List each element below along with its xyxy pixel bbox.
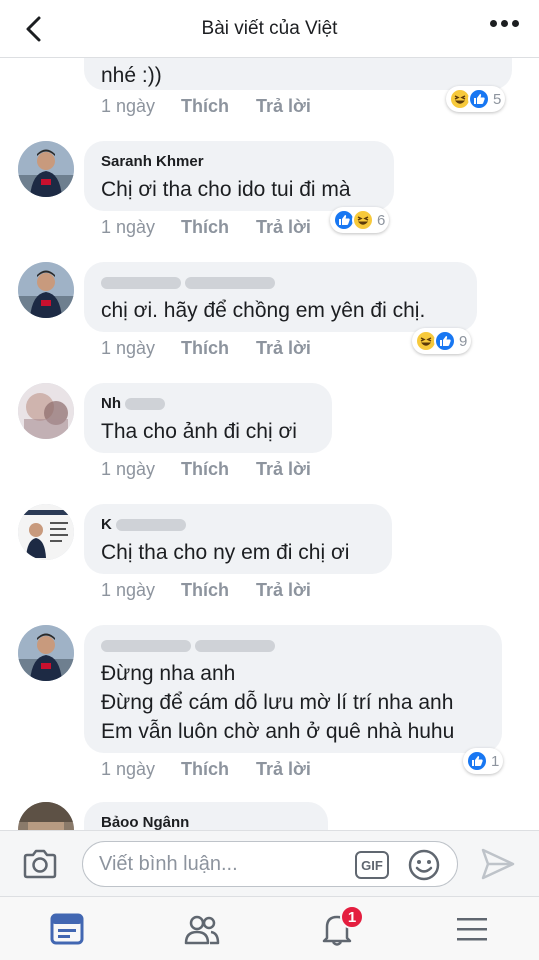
comment-author[interactable]: Saranh Khmer [101, 153, 378, 171]
reply-link[interactable]: Trả lời [256, 96, 331, 117]
reaction-count: 1 [491, 752, 500, 770]
back-arrow-icon[interactable] [22, 14, 46, 44]
menu-icon[interactable] [454, 911, 490, 947]
comment-actions: 1 ngày Thích Trả lời [101, 459, 331, 480]
comment-bubble[interactable]: Saranh Khmer Chị ơi tha cho ido tui đi m… [84, 141, 394, 211]
like-link[interactable]: Thích [181, 459, 256, 480]
reaction-count: 6 [377, 211, 386, 229]
comment-text: Chị tha cho ny em đi chị ơi [101, 541, 350, 564]
comment-text: nhé :)) [101, 64, 162, 87]
news-feed-icon[interactable] [49, 911, 85, 947]
avatar[interactable] [18, 383, 74, 439]
comment-actions: 1 ngày Thích Trả lời [101, 96, 331, 117]
avatar[interactable] [18, 141, 74, 197]
reaction-count: 9 [459, 332, 468, 350]
avatar[interactable] [18, 625, 74, 681]
reply-link[interactable]: Trả lời [256, 759, 331, 780]
gif-icon[interactable]: GIF [355, 851, 389, 879]
comment-bubble[interactable]: Nh Tha cho ảnh đi chị ơi [84, 383, 332, 453]
like-icon [466, 750, 488, 772]
like-link[interactable]: Thích [181, 217, 256, 238]
reaction-summary[interactable]: 1 [463, 748, 504, 774]
notification-badge: 1 [340, 905, 364, 929]
smiley-icon[interactable] [407, 848, 441, 882]
comment-author [101, 274, 461, 292]
bottom-nav: 1 [0, 896, 539, 960]
comment-time: 1 ngày [101, 217, 156, 237]
comment-author[interactable]: Nh [101, 395, 316, 413]
like-link[interactable]: Thích [181, 338, 256, 359]
comment-text: chị ơi. hãy để chồng em yên đi chị. [101, 299, 426, 322]
comment-list[interactable]: nhé :)) 1 ngày Thích Trả lời 5 Saranh Kh… [0, 58, 539, 830]
more-dots-icon[interactable] [490, 20, 519, 27]
comment-text: Đừng nha anh Đừng để cám dỗ lưu mờ lí tr… [101, 662, 455, 743]
comment-author [101, 637, 486, 655]
comment-input[interactable]: Viết bình luận... GIF [82, 841, 458, 887]
comment-text: Chị ơi tha cho ido tui đi mà [101, 178, 351, 201]
comment-time: 1 ngày [101, 338, 156, 358]
haha-icon [352, 209, 374, 231]
top-bar: Bài viết của Việt [0, 0, 539, 58]
reaction-count: 5 [493, 90, 502, 108]
comment-bubble[interactable]: chị ơi. hãy để chồng em yên đi chị. [84, 262, 477, 332]
like-link[interactable]: Thích [181, 580, 256, 601]
avatar[interactable] [18, 504, 74, 560]
comment-actions: 1 ngày Thích Trả lời [101, 338, 331, 359]
comment-bubble[interactable]: Bảoo Ngânn [84, 802, 328, 830]
send-icon[interactable] [480, 847, 516, 881]
comment-actions: 1 ngày Thích Trả lời [101, 580, 331, 601]
comment-bubble[interactable]: nhé :)) [84, 58, 512, 90]
reaction-summary[interactable]: 6 [330, 207, 390, 233]
reaction-summary[interactable]: 5 [446, 86, 506, 112]
avatar[interactable] [18, 262, 74, 318]
comment-composer: Viết bình luận... GIF [0, 830, 539, 896]
comment-bubble[interactable]: Đừng nha anh Đừng để cám dỗ lưu mờ lí tr… [84, 625, 502, 753]
comment-time: 1 ngày [101, 96, 156, 116]
page-title: Bài viết của Việt [201, 17, 338, 39]
comment-time: 1 ngày [101, 580, 156, 600]
comment-actions: 1 ngày Thích Trả lời [101, 217, 331, 238]
like-icon [468, 88, 490, 110]
comment-time: 1 ngày [101, 459, 156, 479]
like-icon [434, 330, 456, 352]
reply-link[interactable]: Trả lời [256, 459, 331, 480]
friends-icon[interactable] [184, 911, 220, 947]
avatar[interactable] [18, 802, 74, 830]
like-link[interactable]: Thích [181, 759, 256, 780]
comment-author[interactable]: K [101, 516, 376, 534]
comment-author[interactable]: Bảoo Ngânn [101, 814, 312, 830]
reaction-summary[interactable]: 9 [412, 328, 472, 354]
comment-time: 1 ngày [101, 759, 156, 779]
comment-text: Tha cho ảnh đi chị ơi [101, 420, 297, 443]
comment-placeholder: Viết bình luận... [99, 853, 238, 875]
comment-actions: 1 ngày Thích Trả lời [101, 759, 331, 780]
camera-icon[interactable] [22, 848, 58, 880]
reply-link[interactable]: Trả lời [256, 217, 331, 238]
reply-link[interactable]: Trả lời [256, 580, 331, 601]
comment-bubble[interactable]: K Chị tha cho ny em đi chị ơi [84, 504, 392, 574]
like-link[interactable]: Thích [181, 96, 256, 117]
reply-link[interactable]: Trả lời [256, 338, 331, 359]
